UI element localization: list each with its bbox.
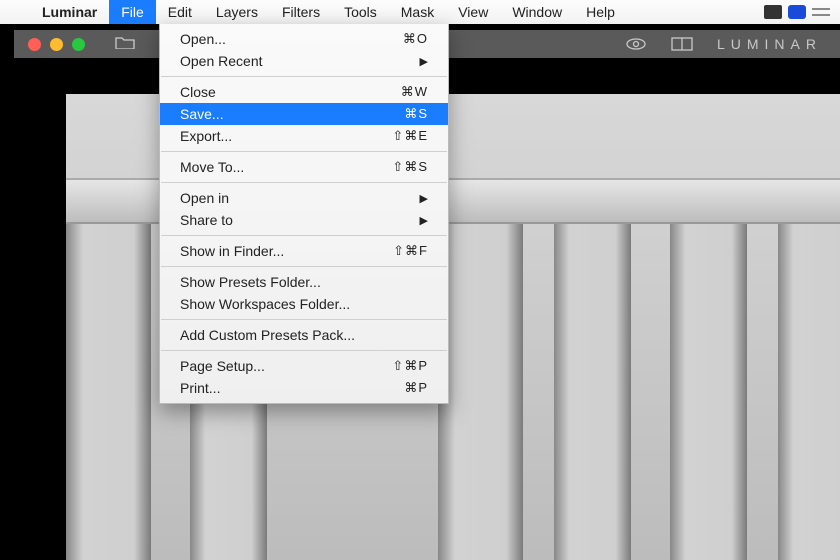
- zoom-window-button[interactable]: [72, 38, 85, 51]
- menu-file[interactable]: File: [109, 0, 156, 24]
- menu-separator: [161, 76, 447, 77]
- submenu-arrow-icon: ▶: [420, 214, 428, 227]
- window-traffic-lights: [14, 38, 99, 51]
- submenu-arrow-icon: ▶: [420, 192, 428, 205]
- menu-item-label: Export...: [180, 128, 232, 144]
- menu-item-label: Close: [180, 84, 216, 100]
- menu-separator: [161, 319, 447, 320]
- menu-extra-icon[interactable]: [812, 8, 830, 16]
- menu-item-show-presets-folder[interactable]: Show Presets Folder...: [160, 271, 448, 293]
- menu-item-print[interactable]: Print... ⌘P: [160, 377, 448, 399]
- menu-item-shortcut: ⇧⌘S: [392, 159, 428, 175]
- app-name[interactable]: Luminar: [30, 4, 109, 20]
- menu-item-shortcut: ⇧⌘F: [393, 243, 428, 259]
- menu-item-add-custom-presets-pack[interactable]: Add Custom Presets Pack...: [160, 324, 448, 346]
- menu-edit[interactable]: Edit: [156, 0, 204, 24]
- menu-item-show-in-finder[interactable]: Show in Finder... ⇧⌘F: [160, 240, 448, 262]
- menu-separator: [161, 266, 447, 267]
- menu-mask[interactable]: Mask: [389, 0, 446, 24]
- menu-item-shortcut: ⌘W: [401, 84, 428, 100]
- menu-item-close[interactable]: Close ⌘W: [160, 81, 448, 103]
- close-window-button[interactable]: [28, 38, 41, 51]
- menu-item-export[interactable]: Export... ⇧⌘E: [160, 125, 448, 147]
- menu-item-share-to[interactable]: Share to ▶: [160, 209, 448, 231]
- menu-help[interactable]: Help: [574, 0, 627, 24]
- compare-icon[interactable]: [671, 36, 693, 52]
- menu-item-label: Open Recent: [180, 53, 263, 69]
- menu-tools[interactable]: Tools: [332, 0, 389, 24]
- menu-item-shortcut: ⌘P: [404, 380, 428, 396]
- menu-separator: [161, 235, 447, 236]
- menu-item-label: Show Presets Folder...: [180, 274, 321, 290]
- menu-item-save[interactable]: Save... ⌘S: [160, 103, 448, 125]
- menu-item-label: Move To...: [180, 159, 244, 175]
- app-icon[interactable]: [788, 5, 806, 19]
- menu-item-open-recent[interactable]: Open Recent ▶: [160, 50, 448, 72]
- menu-item-page-setup[interactable]: Page Setup... ⇧⌘P: [160, 355, 448, 377]
- menu-view[interactable]: View: [446, 0, 500, 24]
- folder-icon[interactable]: [115, 35, 135, 54]
- menu-item-shortcut: ⌘O: [403, 31, 428, 47]
- file-menu-dropdown: Open... ⌘O Open Recent ▶ Close ⌘W Save... ⌘S Exp…: [159, 24, 449, 404]
- menu-item-label: Page Setup...: [180, 358, 265, 374]
- menu-item-open[interactable]: Open... ⌘O: [160, 28, 448, 50]
- menu-layers[interactable]: Layers: [204, 0, 270, 24]
- minimize-window-button[interactable]: [50, 38, 63, 51]
- system-menubar: Luminar FileEditLayersFiltersToolsMaskVi…: [0, 0, 840, 24]
- menu-item-label: Share to: [180, 212, 233, 228]
- menu-window[interactable]: Window: [500, 0, 574, 24]
- menu-item-label: Print...: [180, 380, 220, 396]
- menu-item-shortcut: ⌘S: [404, 106, 428, 122]
- menu-item-label: Show Workspaces Folder...: [180, 296, 350, 312]
- menu-separator: [161, 350, 447, 351]
- brand-label: LUMINAR: [717, 36, 822, 52]
- menu-item-label: Show in Finder...: [180, 243, 284, 259]
- menu-item-label: Open...: [180, 31, 226, 47]
- menu-item-shortcut: ⇧⌘P: [392, 358, 428, 374]
- menu-item-label: Open in: [180, 190, 229, 206]
- menubar-status-icons: [764, 5, 840, 19]
- menu-item-move-to[interactable]: Move To... ⇧⌘S: [160, 156, 448, 178]
- menu-item-label: Add Custom Presets Pack...: [180, 327, 355, 343]
- preview-icon[interactable]: [625, 36, 647, 52]
- menu-separator: [161, 182, 447, 183]
- menu-filters[interactable]: Filters: [270, 0, 332, 24]
- menu-item-open-in[interactable]: Open in ▶: [160, 187, 448, 209]
- menu-item-label: Save...: [180, 106, 224, 122]
- menu-item-shortcut: ⇧⌘E: [392, 128, 428, 144]
- submenu-arrow-icon: ▶: [420, 55, 428, 68]
- menu-item-show-workspaces-folder[interactable]: Show Workspaces Folder...: [160, 293, 448, 315]
- display-icon[interactable]: [764, 5, 782, 19]
- menu-separator: [161, 151, 447, 152]
